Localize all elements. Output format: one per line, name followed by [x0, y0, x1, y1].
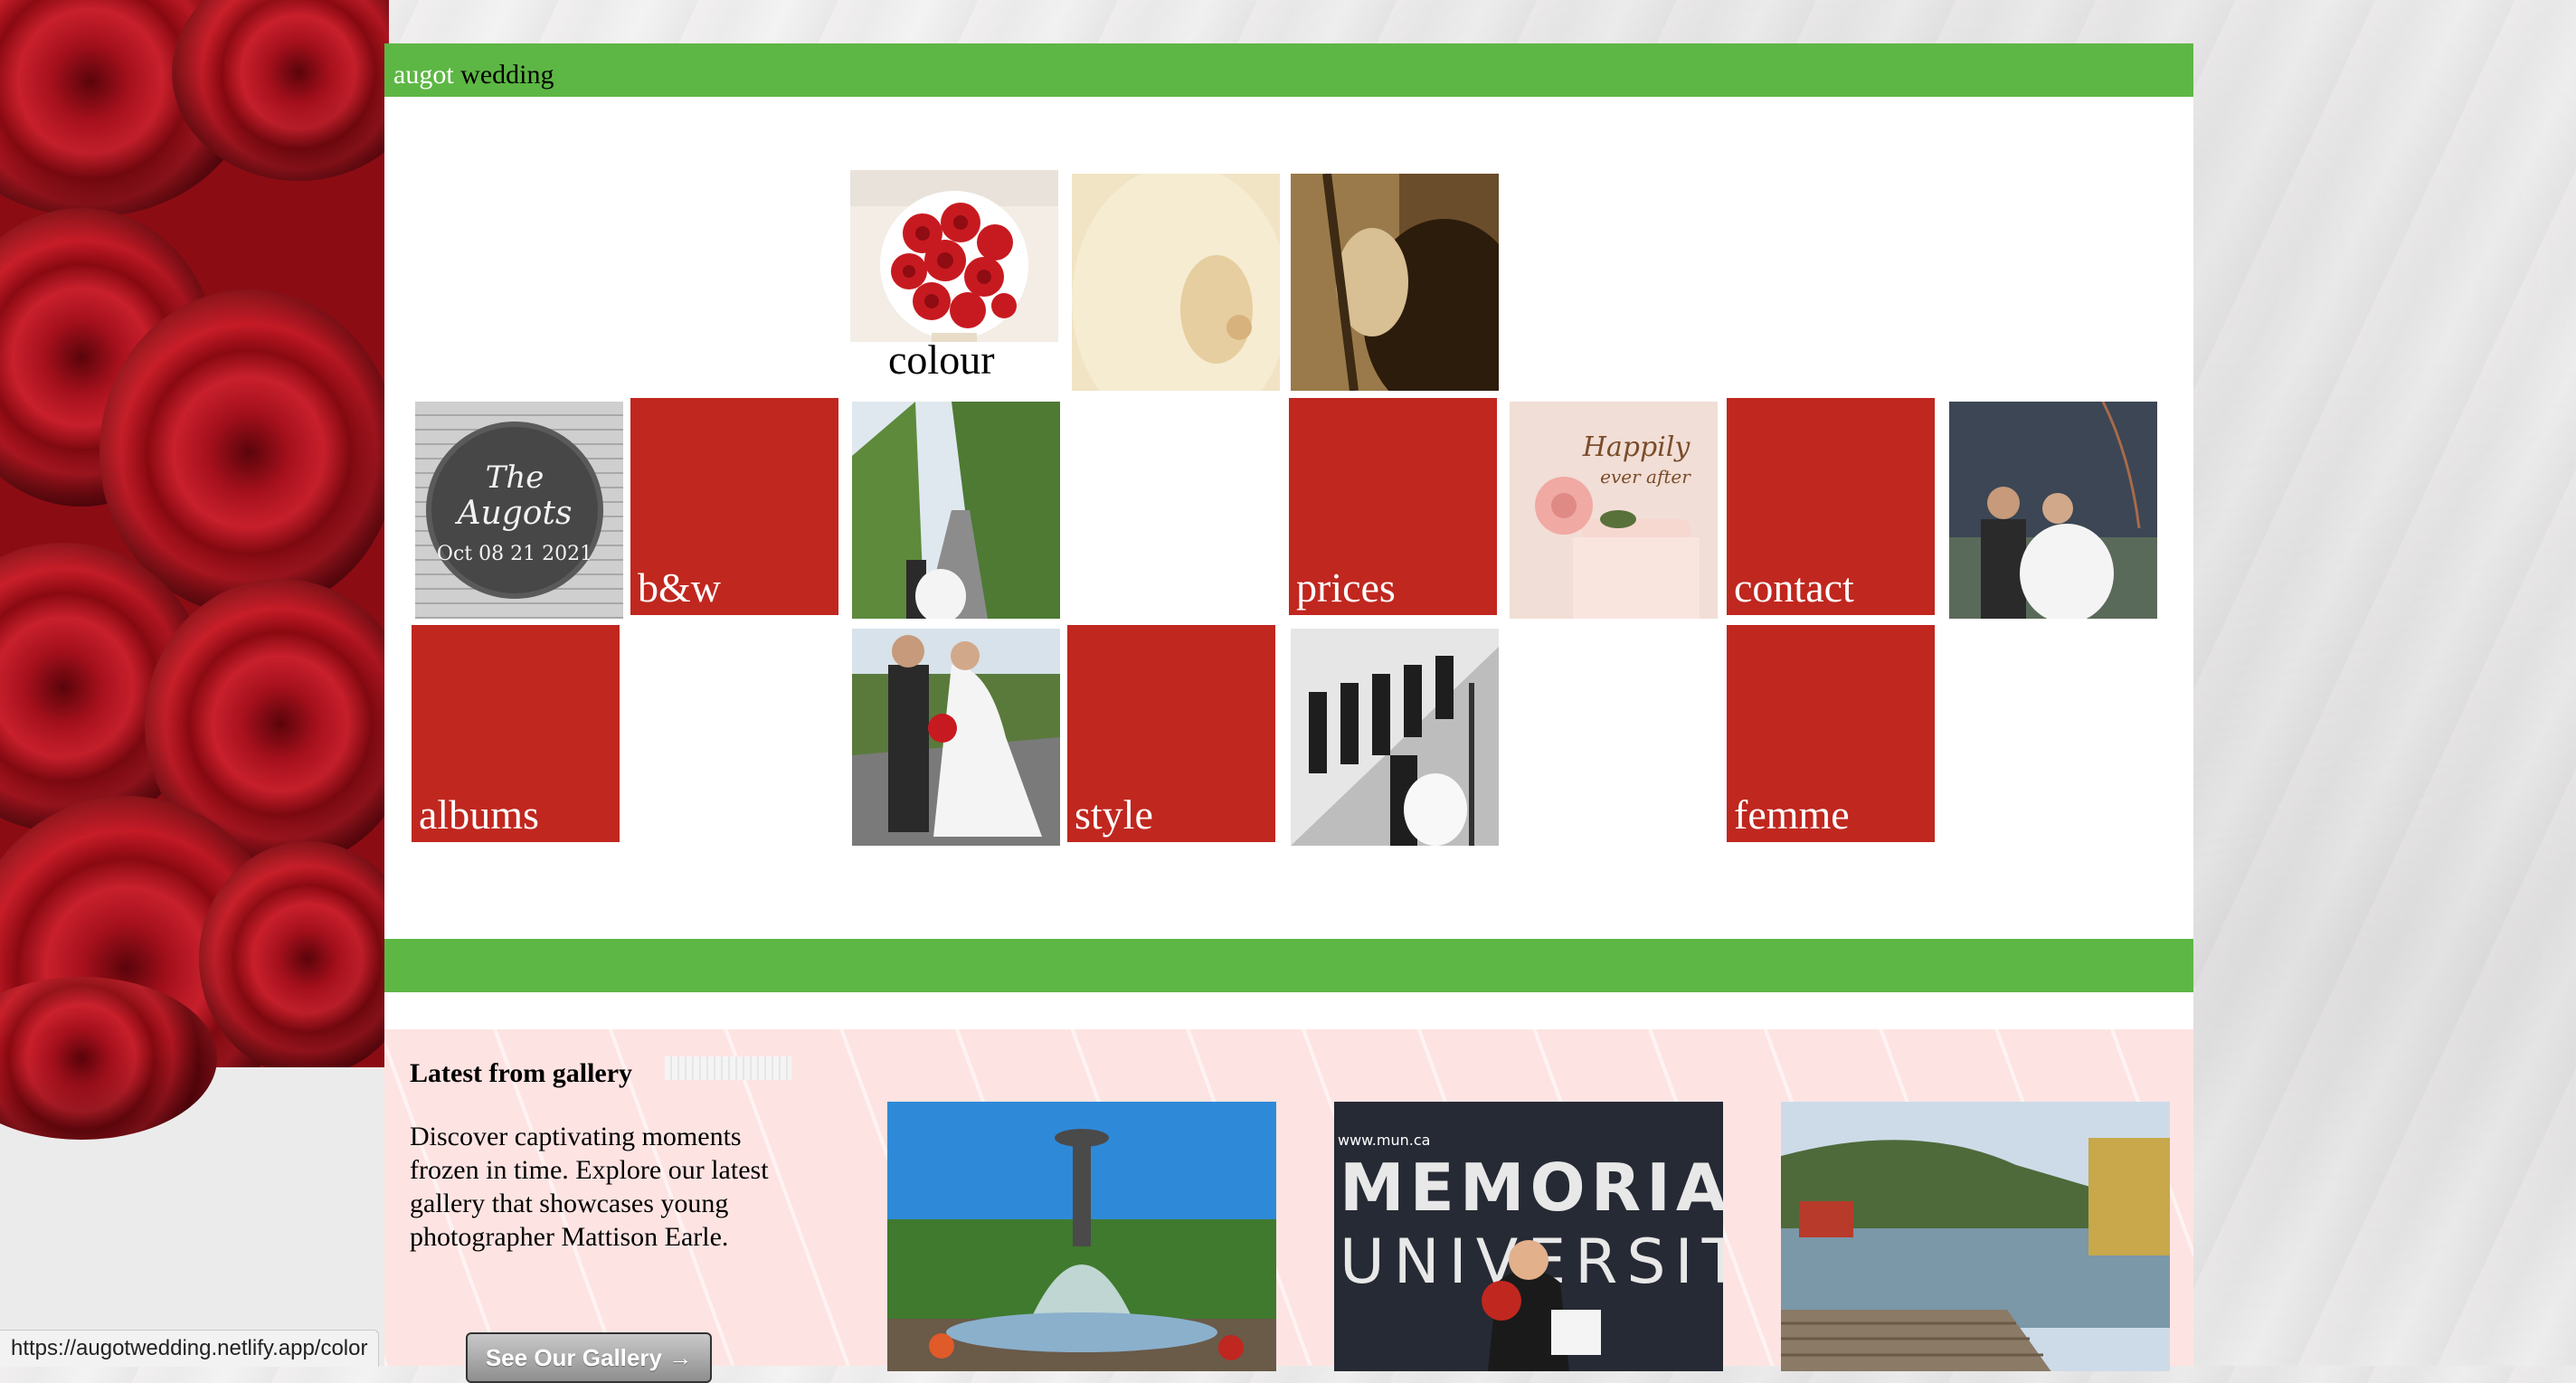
- latest-gallery-section: Latest from gallery Discover captivating…: [384, 1029, 2193, 1383]
- brand-second: wedding: [453, 60, 554, 90]
- svg-text:The: The: [486, 459, 545, 496]
- gallery-image-harbour[interactable]: [1781, 1102, 2170, 1371]
- cake-photo: Happily ever after: [1510, 402, 1718, 619]
- tile-photo-cake: Happily ever after: [1510, 402, 1718, 619]
- brand-first: augot: [393, 60, 454, 90]
- tile-prices[interactable]: prices: [1289, 398, 1497, 615]
- tile-photo-couple: [1949, 402, 2157, 619]
- svg-text:ever after: ever after: [1600, 466, 1691, 488]
- gallery-title-decoration: [665, 1056, 791, 1080]
- tile-femme[interactable]: femme: [1727, 625, 1935, 842]
- tile-albums-label: albums: [419, 791, 539, 838]
- gallery-image-graduation[interactable]: www.mun.ca MEMORIAL UNIVERSITY: [1334, 1102, 1723, 1371]
- site-brand[interactable]: augot wedding: [393, 60, 554, 90]
- gallery-description: Discover captivating moments frozen in t…: [410, 1122, 769, 1252]
- tile-bw-label: b&w: [638, 564, 721, 611]
- tile-photo-bride: [852, 629, 1060, 846]
- divider-bar: [384, 939, 2193, 992]
- ring-photo: [1291, 174, 1499, 391]
- svg-text:Happily: Happily: [1582, 431, 1691, 463]
- tile-contact-label: contact: [1734, 564, 1854, 611]
- tile-style[interactable]: style: [1067, 625, 1275, 842]
- bride-groom-photo: [852, 629, 1060, 846]
- tile-colour-label: colour: [888, 336, 995, 383]
- header-bar: augot wedding: [384, 43, 2193, 97]
- tile-femme-label: femme: [1734, 791, 1850, 838]
- gallery-title: Latest from gallery: [410, 1058, 633, 1088]
- tile-bw[interactable]: b&w: [630, 398, 838, 615]
- main-panel: augot wedding colour The Augots Oct 08 2…: [384, 43, 2193, 1383]
- tile-prices-label: prices: [1296, 564, 1396, 611]
- sign-photo: The Augots Oct 08 21 2021: [415, 402, 623, 619]
- tile-photo-ring: [1291, 174, 1499, 391]
- tile-contact[interactable]: contact: [1727, 398, 1935, 615]
- couple-sky-photo: [1949, 402, 2157, 619]
- gallery-image-fountain[interactable]: [887, 1102, 1276, 1371]
- svg-text:www.mun.ca: www.mun.ca: [1338, 1132, 1430, 1149]
- see-gallery-button[interactable]: See Our Gallery →: [466, 1332, 712, 1383]
- svg-text:MEMORIAL: MEMORIAL: [1340, 1150, 1723, 1226]
- tile-photo-sign: The Augots Oct 08 21 2021: [415, 402, 623, 619]
- dress-photo: [1072, 174, 1280, 391]
- tile-albums[interactable]: albums: [412, 625, 620, 842]
- tile-photo-dress: [1072, 174, 1280, 391]
- svg-text:Oct 08 21 2021: Oct 08 21 2021: [437, 543, 592, 565]
- tile-colour[interactable]: colour: [850, 170, 1058, 387]
- svg-text:Augots: Augots: [455, 495, 573, 532]
- stairs-bw-photo: [1291, 629, 1499, 846]
- road-couple-photo: [852, 402, 1060, 619]
- tile-photo-stairs: [1291, 629, 1499, 846]
- tile-photo-road: [852, 402, 1060, 619]
- roses-background: [0, 0, 389, 1366]
- status-bar-url: https://augotwedding.netlify.app/color: [0, 1330, 380, 1367]
- tile-style-label: style: [1075, 791, 1153, 838]
